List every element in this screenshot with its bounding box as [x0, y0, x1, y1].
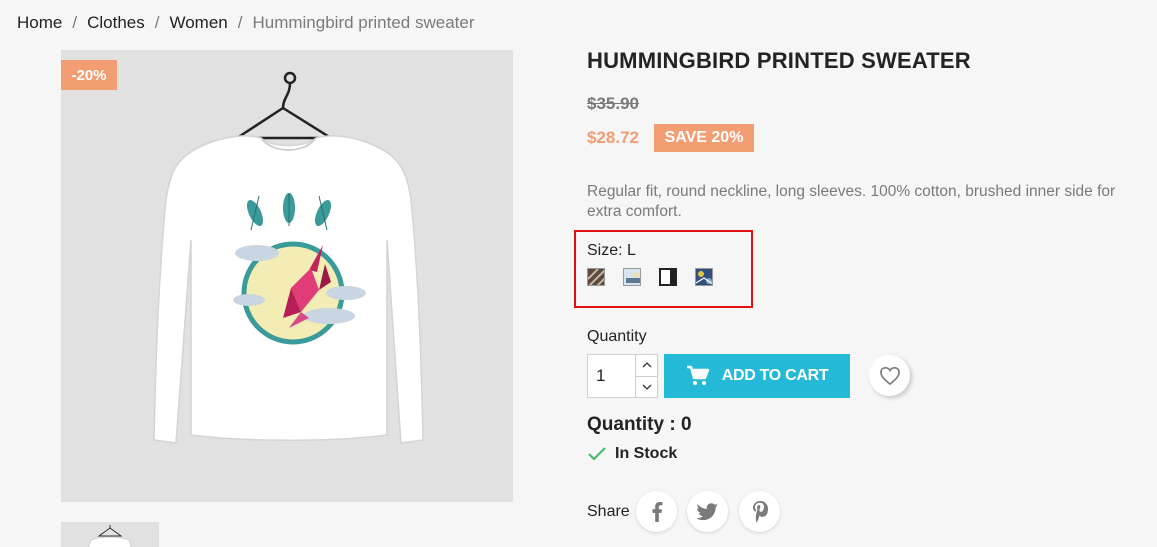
thumbnail-image	[88, 525, 132, 547]
availability-label: In Stock	[615, 445, 678, 462]
pinterest-icon	[752, 500, 768, 522]
quantity-input[interactable]	[588, 355, 635, 397]
check-icon	[588, 447, 606, 461]
facebook-icon	[651, 501, 662, 522]
breadcrumb-women[interactable]: Women	[169, 13, 227, 33]
share-facebook-button[interactable]	[636, 491, 677, 532]
swatch-pattern-1	[588, 269, 604, 285]
breadcrumb-clothes[interactable]: Clothes	[87, 13, 145, 33]
wishlist-button[interactable]	[869, 355, 910, 396]
quantity-label: Quantity	[587, 328, 647, 345]
sweater-image	[153, 71, 424, 444]
product-thumbnail[interactable]	[61, 522, 159, 547]
chevron-up-icon	[642, 362, 651, 368]
swatch-pattern-3	[661, 270, 675, 284]
shopping-cart-icon	[686, 365, 709, 385]
chevron-down-icon	[642, 384, 651, 390]
quantity-decrease-button[interactable]	[636, 375, 657, 397]
discount-badge: SAVE 20%	[654, 124, 754, 152]
product-page: Home / Clothes / Women / Hummingbird pri…	[0, 0, 1157, 547]
quantity-increase-button[interactable]	[636, 355, 657, 376]
texture-swatches	[587, 268, 713, 286]
breadcrumb-separator: /	[72, 13, 78, 32]
share-twitter-button[interactable]	[687, 491, 728, 532]
product-description: Regular fit, round neckline, long sleeve…	[587, 183, 1116, 220]
heart-icon	[879, 366, 900, 385]
product-cover-image[interactable]	[61, 50, 513, 502]
availability-status: In Stock	[587, 445, 677, 463]
swatch-option[interactable]	[587, 268, 605, 286]
product-title: HUMMINGBIRD PRINTED SWEATER	[587, 48, 971, 73]
quantity-buttons	[635, 355, 657, 397]
add-to-cart-button[interactable]: ADD TO CART	[664, 354, 850, 398]
swatch-option[interactable]	[623, 268, 641, 286]
share-pinterest-button[interactable]	[739, 491, 780, 532]
size-label: Size: L	[587, 242, 636, 259]
swatch-option[interactable]	[695, 268, 713, 286]
stock-quantity: Quantity : 0	[587, 414, 692, 435]
breadcrumb: Home / Clothes / Women / Hummingbird pri…	[17, 13, 475, 33]
swatch-option-selected[interactable]	[659, 268, 677, 286]
swatch-pattern-4	[696, 269, 712, 285]
breadcrumb-separator: /	[237, 13, 243, 32]
add-to-cart-label: ADD TO CART	[721, 367, 829, 384]
breadcrumb-separator: /	[154, 13, 160, 32]
twitter-icon	[696, 502, 718, 520]
breadcrumb-current: Hummingbird printed sweater	[252, 13, 475, 32]
regular-price: $35.90	[587, 94, 639, 113]
breadcrumb-home[interactable]: Home	[17, 13, 62, 33]
quantity-stepper	[587, 354, 658, 398]
swatch-pattern-2	[624, 269, 640, 285]
share-label: Share	[587, 503, 630, 520]
discount-flag: -20%	[61, 60, 117, 90]
current-price: $28.72	[587, 128, 639, 147]
